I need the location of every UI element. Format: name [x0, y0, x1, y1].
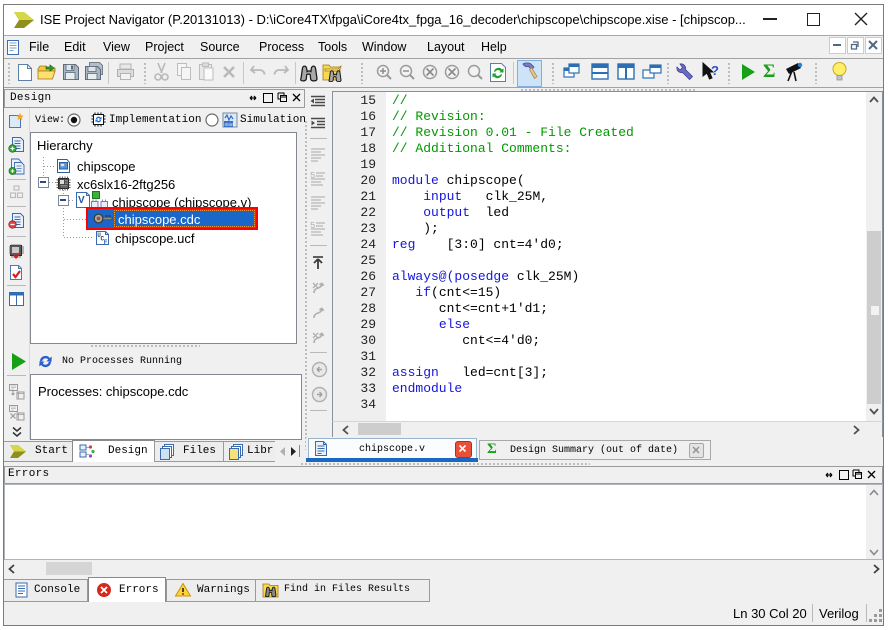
svg-text:V: V	[78, 195, 85, 206]
svg-text:?: ?	[711, 63, 719, 78]
svg-text:F: F	[104, 239, 108, 246]
svg-text:ISim: ISim	[225, 122, 234, 127]
